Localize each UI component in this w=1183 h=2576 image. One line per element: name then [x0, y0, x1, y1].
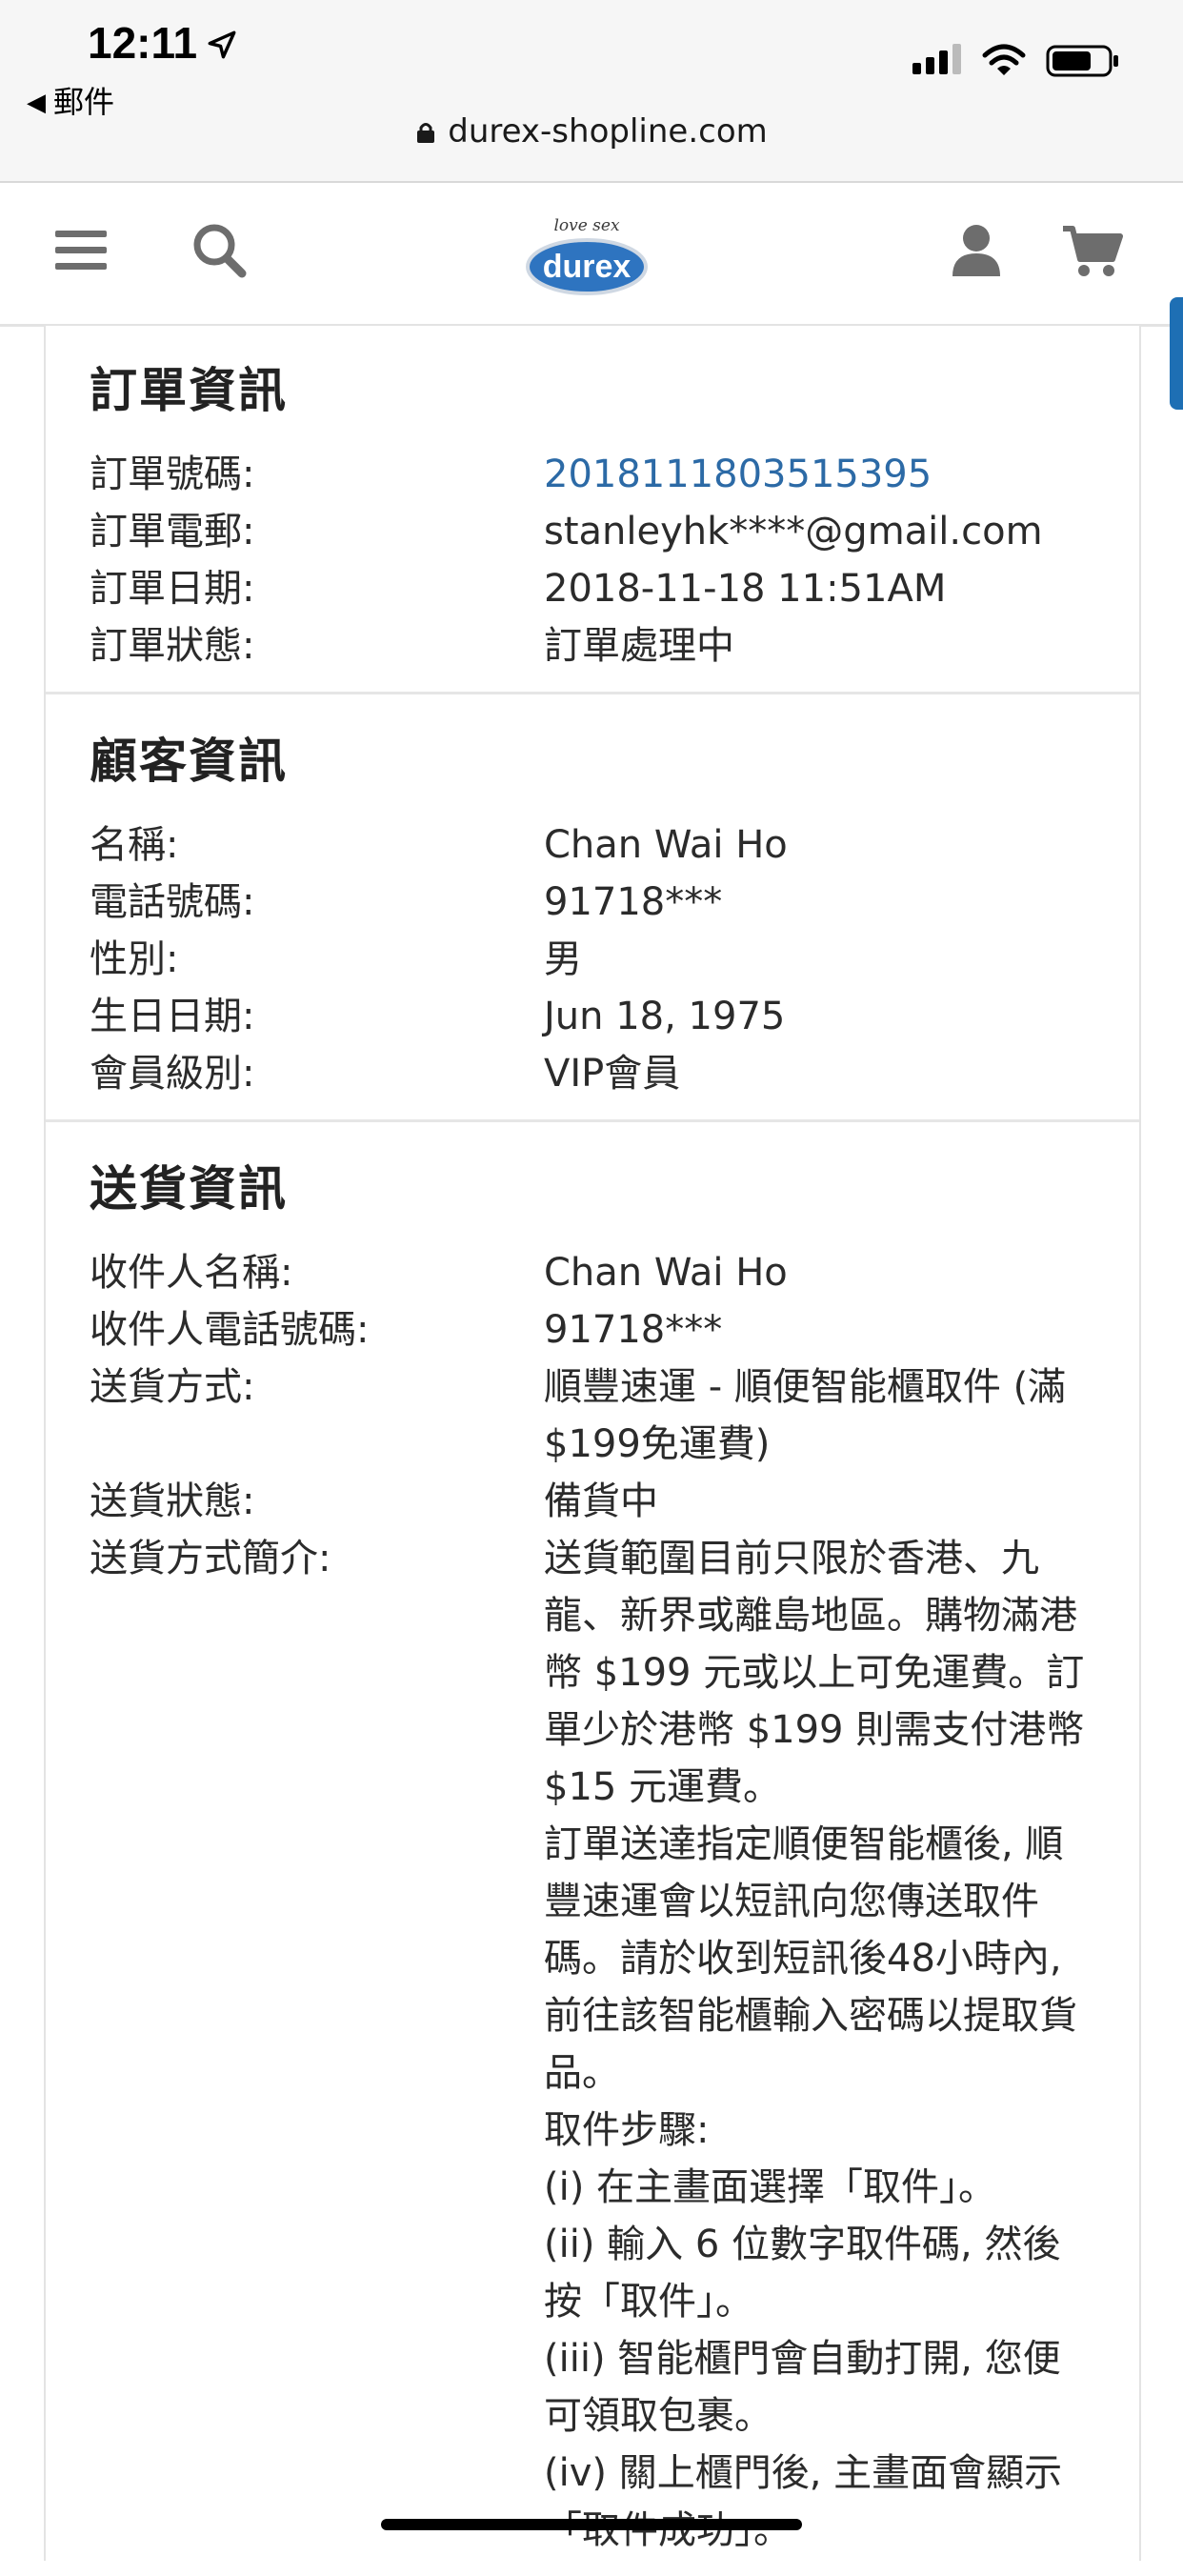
durex-logo[interactable]: love sex durex: [520, 202, 653, 305]
row-label: 訂單號碼:: [90, 453, 255, 496]
shopping-cart-icon[interactable]: [1059, 217, 1126, 284]
status-and-url-bar: 12:11 ◀ 郵件 durex-shopline.com: [0, 0, 1183, 183]
row-value: VIP會員: [544, 1052, 681, 1096]
site-header: love sex durex: [0, 183, 1183, 327]
logo-tagline: love sex: [553, 216, 620, 235]
user-account-icon[interactable]: [943, 217, 1010, 284]
order-info-section: 訂單資訊 訂單號碼: 20181118035153​95 訂單電郵: stanl…: [46, 326, 1139, 694]
row-label: 會員級別:: [90, 1052, 255, 1096]
customer-gender-row: 性別: 男: [90, 931, 1139, 988]
battery-icon: [1046, 45, 1118, 77]
order-detail-card: 訂單資訊 訂單號碼: 20181118035153​95 訂單電郵: stanl…: [44, 326, 1141, 2561]
row-value: 2018-11-18 11:51AM: [544, 567, 947, 611]
address-bar[interactable]: durex-shopline.com: [0, 112, 1183, 151]
row-value: 91718***: [544, 880, 723, 924]
delivery-method-description-row: 送貨方式簡介: 送貨範圍目前只限於香港、九龍、新界或離島地區。購物滿港幣 $19…: [90, 1530, 1139, 2559]
order-info-title: 訂單資訊: [90, 363, 288, 418]
order-email-row: 訂單電郵: stanleyhk****@gmail.com: [90, 503, 1139, 560]
home-indicator[interactable]: [381, 2519, 802, 2530]
lock-icon: [417, 123, 435, 143]
pickup-step: (iii) 智能櫃門會自動打開, 您便可領取包裹。: [544, 2337, 1061, 2438]
recipient-phone-row: 收件人電話號碼: 91718***: [90, 1301, 1139, 1358]
order-date-row: 訂單日期: 2018-11-18 11:51AM: [90, 560, 1139, 617]
row-value: Jun 18, 1975: [544, 995, 786, 1038]
row-value: 91718***: [544, 1308, 723, 1352]
row-label: 收件人名稱:: [90, 1251, 293, 1295]
customer-birthday-row: 生日日期: Jun 18, 1975: [90, 988, 1139, 1045]
row-value: stanleyhk****@gmail.com: [544, 510, 1043, 553]
delivery-info-title: 送貨資訊: [90, 1161, 288, 1217]
row-label: 電話號碼:: [90, 880, 255, 924]
description-paragraph: 訂單送達指定順便智能櫃後, 順豐速運會以短訊向您傳送取件碼。請於收到短訊後48小…: [544, 1822, 1077, 2095]
search-icon[interactable]: [187, 217, 253, 284]
row-value: 備貨中: [544, 1479, 658, 1523]
customer-info-title: 顧客資訊: [90, 734, 288, 789]
recipient-name-row: 收件人名稱: Chan Wai Ho: [90, 1244, 1139, 1301]
description-paragraph: 送貨範圍目前只限於香港、九龍、新界或離島地區。購物滿港幣 $199 元或以上可免…: [544, 1537, 1085, 1809]
row-label: 收件人電話號碼:: [90, 1308, 370, 1352]
row-label: 送貨方式簡介:: [90, 1537, 331, 1580]
hamburger-menu-icon[interactable]: [50, 217, 116, 284]
pickup-step: (i) 在主畫面選擇「取件」。: [544, 2165, 997, 2209]
customer-info-section: 顧客資訊 名稱: Chan Wai Ho 電話號碼: 91718*** 性別: …: [46, 694, 1139, 1122]
row-value: 訂單處理中: [544, 624, 734, 668]
order-status-row: 訂單狀態: 訂單處理中: [90, 617, 1139, 674]
row-label: 名稱:: [90, 823, 179, 867]
row-label: 送貨方式:: [90, 1365, 255, 1409]
customer-phone-row: 電話號碼: 91718***: [90, 874, 1139, 931]
row-label: 訂單電郵:: [90, 510, 255, 553]
logo-text: durex: [543, 249, 632, 285]
row-value: 男: [544, 937, 582, 981]
pickup-step: (ii) 輸入 6 位數字取件碼, 然後按「取件」。: [544, 2223, 1061, 2324]
row-value: Chan Wai Ho: [544, 823, 788, 867]
delivery-status-row: 送貨狀態: 備貨中: [90, 1473, 1139, 1530]
row-value: 順豐速運 - 順便智能櫃取件 (滿$199免運費): [544, 1365, 1067, 1466]
location-arrow-icon: [208, 30, 236, 59]
delivery-info-section: 送貨資訊 收件人名稱: Chan Wai Ho 收件人電話號碼: 91718**…: [46, 1122, 1139, 2576]
customer-name-row: 名稱: Chan Wai Ho: [90, 816, 1139, 874]
row-label: 訂單狀態:: [90, 624, 255, 668]
side-floating-tab[interactable]: [1170, 297, 1183, 410]
customer-membership-row: 會員級別: VIP會員: [90, 1045, 1139, 1102]
row-label: 訂單日期:: [90, 567, 255, 611]
delivery-method-row: 送貨方式: 順豐速運 - 順便智能櫃取件 (滿$199免運費): [90, 1358, 1139, 1473]
description-paragraph: 取件步驟:: [544, 2108, 710, 2152]
row-value: Chan Wai Ho: [544, 1251, 788, 1295]
wifi-icon: [982, 44, 1026, 75]
row-label: 性別:: [90, 937, 179, 981]
cellular-signal-icon: [912, 44, 961, 74]
pickup-step: (iv) 關上櫃門後, 主畫面會顯示「取件成功」。: [544, 2451, 1063, 2552]
order-number-row: 訂單號碼: 20181118035153​95: [90, 446, 1139, 503]
method-description: 送貨範圍目前只限於香港、九龍、新界或離島地區。購物滿港幣 $199 元或以上可免…: [544, 1530, 1087, 2559]
status-time: 12:11: [88, 18, 198, 68]
url-text: durex-shopline.com: [448, 112, 768, 151]
order-number-link[interactable]: 20181118035153​95: [544, 446, 1087, 503]
row-label: 送貨狀態:: [90, 1479, 255, 1523]
row-label: 生日日期:: [90, 995, 255, 1038]
